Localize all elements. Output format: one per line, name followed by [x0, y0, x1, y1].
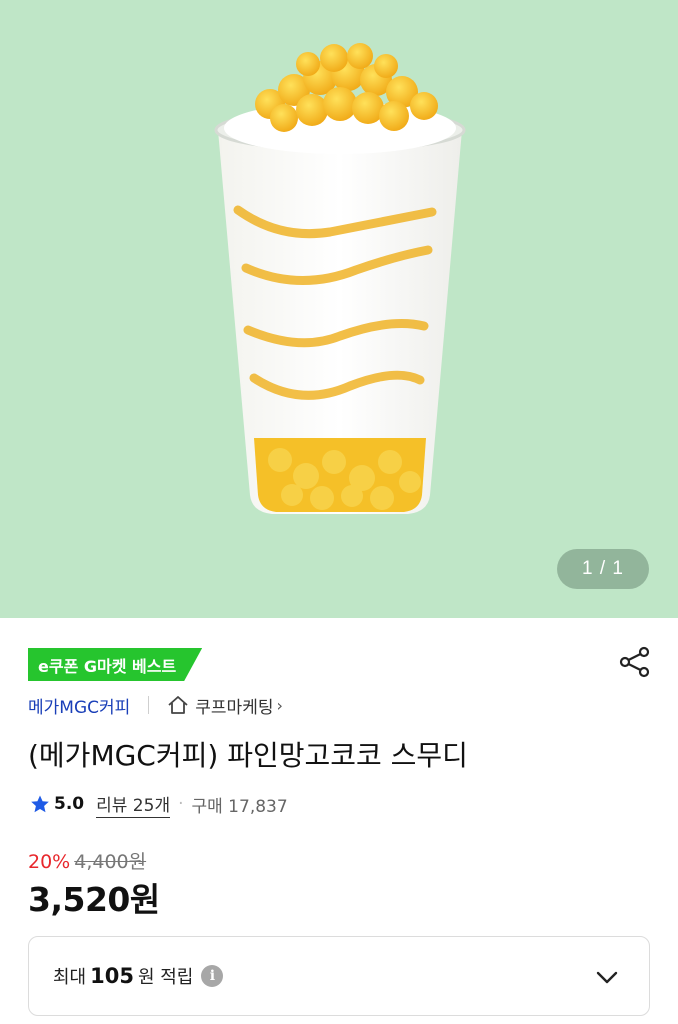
points-value: 105: [90, 964, 134, 988]
review-link[interactable]: 리뷰 25개: [96, 791, 171, 818]
discount-rate: 20%: [28, 851, 71, 873]
best-badge: e쿠폰 G마켓 베스트: [28, 648, 202, 681]
points-accordion[interactable]: 최대 105 원 적립 i: [28, 936, 650, 1016]
sale-price: 3,520원: [28, 880, 160, 919]
share-button[interactable]: [616, 644, 654, 680]
points-unit: 원 적립: [137, 967, 194, 988]
expand-button[interactable]: [593, 963, 621, 991]
share-icon: [619, 646, 650, 678]
brand-row: 메가MGC커피 쿠프마케팅 ›: [28, 692, 283, 718]
seller-link[interactable]: 쿠프마케팅 ›: [167, 693, 283, 718]
store-icon: [168, 696, 188, 714]
product-image-carousel[interactable]: 1 / 1: [0, 0, 678, 618]
rating-score: 5.0: [54, 794, 85, 814]
star-icon: [31, 795, 49, 813]
points-label: 최대: [53, 967, 87, 988]
chevron-right-icon: ›: [276, 695, 283, 715]
chevron-down-icon: [596, 971, 618, 984]
original-price: 4,400원: [74, 851, 147, 873]
product-title: (메가MGC커피) 파인망고코코 스무디: [28, 739, 468, 772]
info-icon[interactable]: i: [201, 965, 224, 987]
discount-row: 20% 4,400원: [28, 847, 146, 874]
purchase-count: 구매 17,837: [191, 796, 288, 817]
brand-link[interactable]: 메가MGC커피: [28, 693, 130, 718]
separator: ·: [178, 794, 184, 814]
product-image: [214, 43, 466, 514]
image-counter: 1 / 1: [557, 549, 649, 589]
seller-name: 쿠프마케팅: [195, 697, 274, 718]
rating-row: 5.0 리뷰 25개 · 구매 17,837: [30, 791, 288, 818]
divider: [148, 696, 150, 714]
